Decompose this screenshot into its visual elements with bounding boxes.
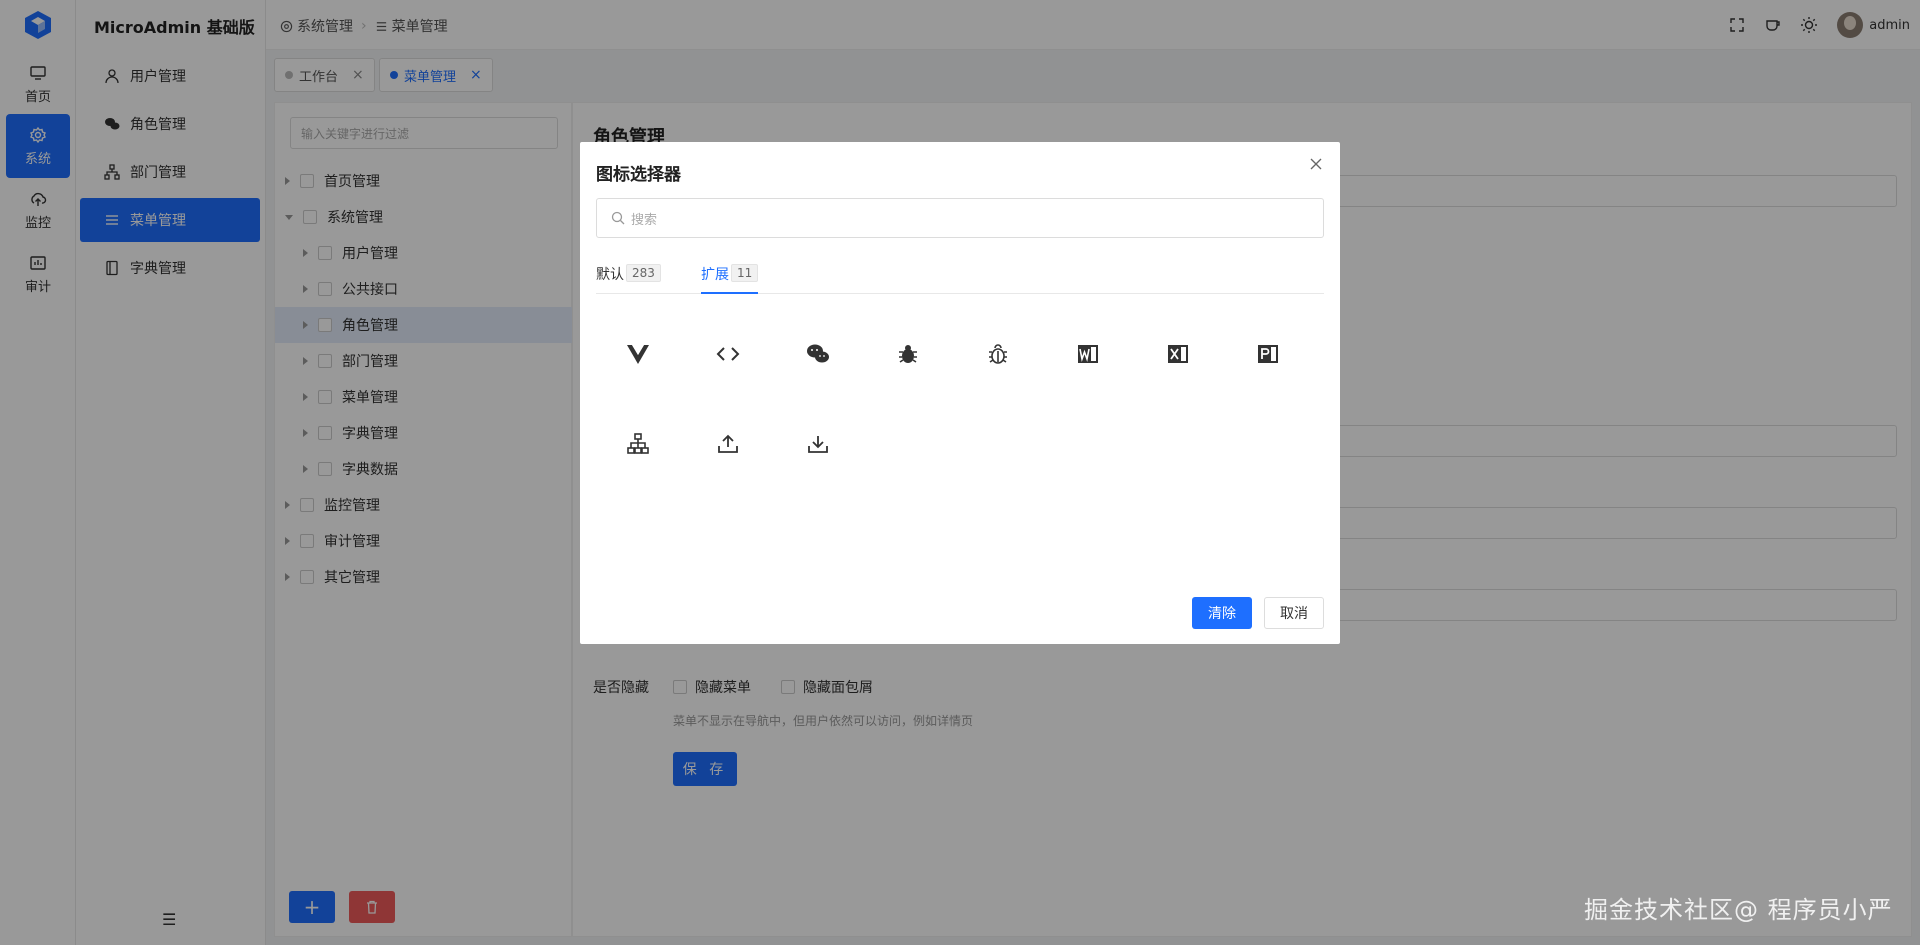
bug-outline-icon-glyph: [989, 344, 1007, 364]
bug-filled-icon[interactable]: [888, 334, 928, 374]
tab-count-badge: 11: [731, 264, 759, 282]
word-icon[interactable]: [1068, 334, 1108, 374]
search-placeholder: 搜索: [631, 212, 658, 228]
upload-icon-glyph: [718, 434, 738, 453]
dialog-title: 图标选择器: [596, 165, 681, 185]
icon-picker-dialog: 图标选择器 搜索 默认 283 扩展 11 清除 取消: [580, 142, 1340, 644]
excel-icon[interactable]: [1158, 334, 1198, 374]
wechat-icon-glyph: [807, 344, 829, 363]
watermark: 掘金技术社区@ 程序员小严: [1584, 896, 1893, 924]
powerpoint-icon[interactable]: [1248, 334, 1288, 374]
word-icon-glyph: [1078, 345, 1098, 363]
close-icon[interactable]: [1308, 156, 1324, 172]
search-icon: [611, 211, 625, 225]
tab-default[interactable]: 默认 283: [596, 264, 661, 294]
download-icon[interactable]: [798, 424, 838, 464]
clear-button[interactable]: 清除: [1192, 597, 1252, 629]
org-chart-icon[interactable]: [618, 424, 658, 464]
upload-icon[interactable]: [708, 424, 748, 464]
powerpoint-icon-glyph: [1258, 345, 1278, 363]
code-icon-glyph: [716, 347, 740, 361]
org-chart-icon-glyph: [627, 433, 649, 454]
tab-label: 扩展: [701, 267, 729, 283]
tab-extended[interactable]: 扩展 11: [701, 264, 759, 294]
bug-outline-icon[interactable]: [978, 334, 1018, 374]
tab-label: 默认: [596, 267, 624, 283]
wechat-icon[interactable]: [798, 334, 838, 374]
code-icon[interactable]: [708, 334, 748, 374]
icon-tabs: 默认 283 扩展 11: [596, 264, 1324, 294]
excel-icon-glyph: [1168, 345, 1188, 363]
icon-search-input[interactable]: 搜索: [596, 198, 1324, 238]
download-icon-glyph: [808, 436, 828, 453]
tab-count-badge: 283: [626, 264, 661, 282]
bug-filled-icon-glyph: [899, 345, 917, 363]
vue-icon[interactable]: [618, 334, 658, 374]
cancel-button[interactable]: 取消: [1264, 597, 1324, 629]
vue-icon-glyph: [627, 345, 649, 364]
